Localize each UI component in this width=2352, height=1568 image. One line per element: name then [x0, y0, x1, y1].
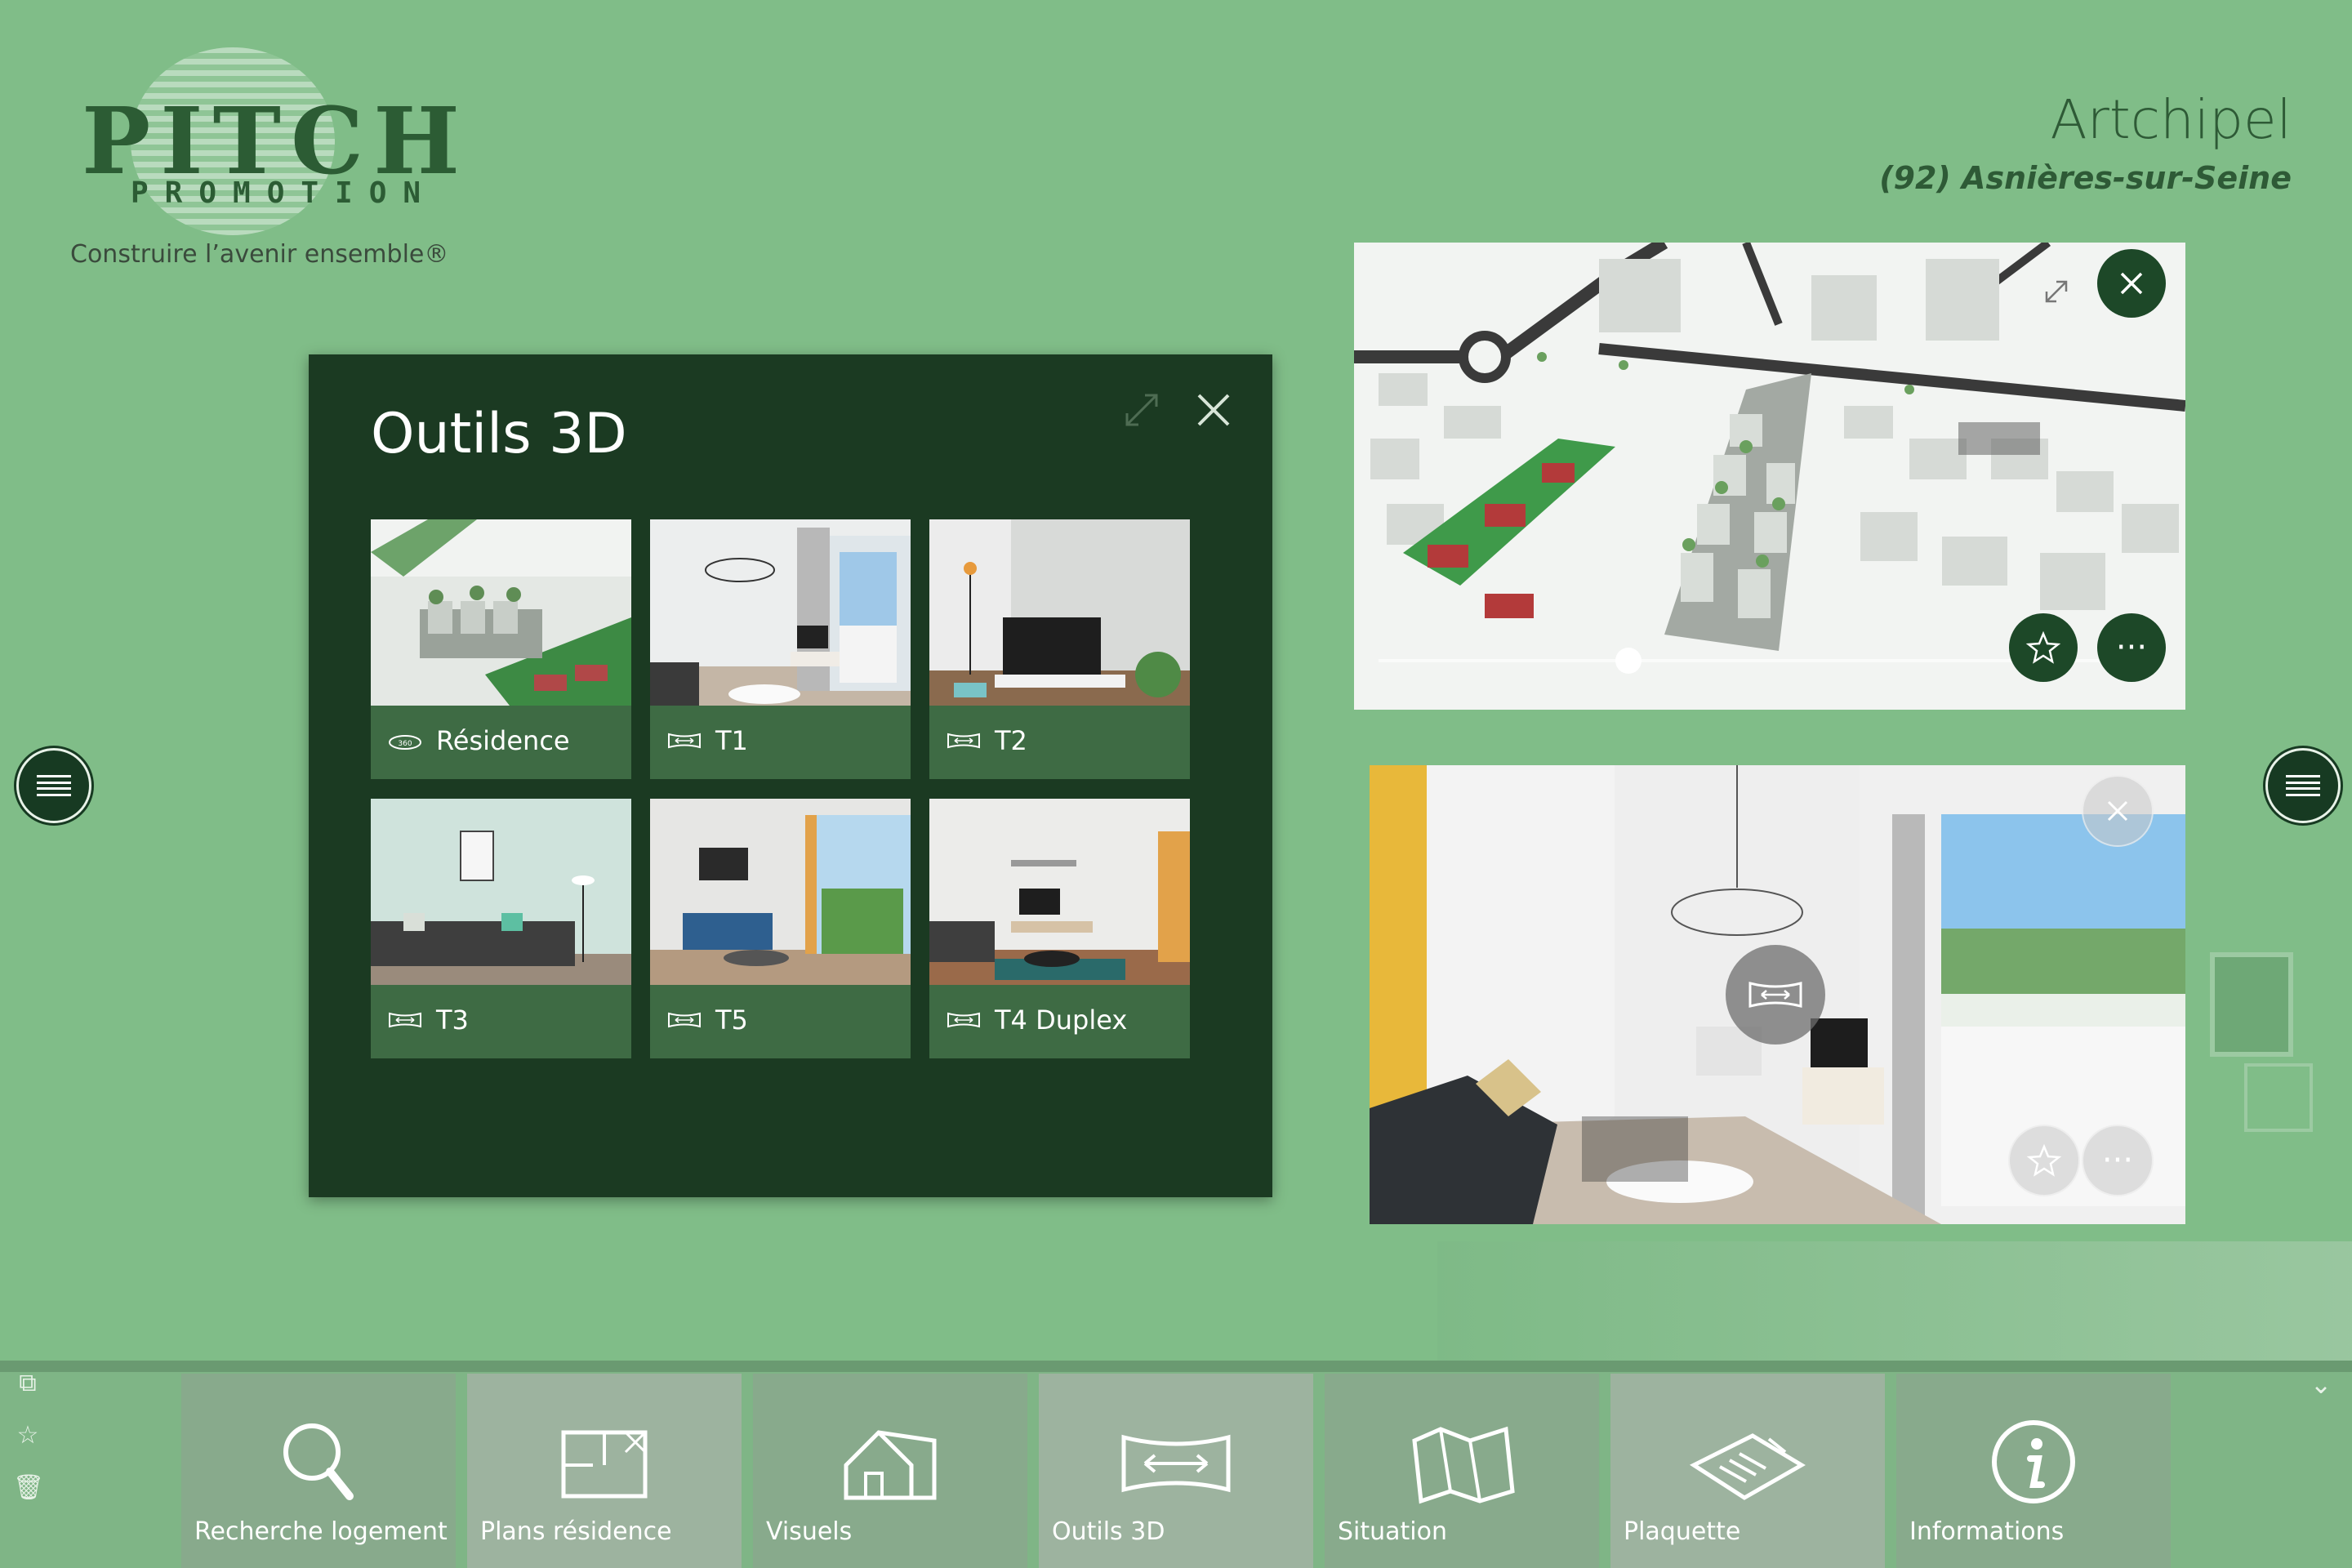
logo-subword: PROMOTION: [131, 176, 438, 210]
more-options-button[interactable]: ···: [2082, 1125, 2154, 1196]
nav-visuels[interactable]: Visuels: [753, 1374, 1027, 1568]
tile-t3[interactable]: T3: [371, 799, 631, 1058]
nav-label: Plans résidence: [480, 1517, 672, 1546]
panorama-icon: [668, 733, 701, 749]
tile-label: T4 Duplex: [995, 1004, 1128, 1036]
side-tools: ⧉ ☆ 🗑: [13, 1369, 46, 1526]
tile-label: T5: [715, 1004, 748, 1036]
favorite-button[interactable]: [2009, 613, 2078, 682]
t2-thumbnail: [929, 519, 1190, 706]
360-icon: 360: [389, 735, 421, 750]
star-icon: [2026, 1143, 2062, 1177]
background-frame: [2210, 952, 2293, 1057]
project-location: (92) Asnières-sur-Seine: [1879, 160, 2292, 196]
right-menu-button[interactable]: [2265, 748, 2341, 823]
tile-label: Résidence: [436, 725, 570, 756]
nav-label: Outils 3D: [1052, 1517, 1165, 1546]
fullscreen-icon[interactable]: [2040, 275, 2073, 308]
tile-label-row: 360 Résidence: [387, 725, 570, 756]
tile-label: T1: [715, 725, 748, 756]
nav-label: Plaquette: [1624, 1517, 1741, 1546]
search-icon: [283, 1423, 354, 1500]
t5-thumbnail: [650, 799, 911, 985]
close-viewer-button[interactable]: [2097, 249, 2166, 318]
map-icon: [1412, 1426, 1515, 1504]
panorama-icon: [1748, 982, 1802, 1008]
copy-icon[interactable]: ⧉: [13, 1369, 42, 1398]
nav-informations[interactable]: Informations: [1896, 1374, 2171, 1568]
tile-t5[interactable]: T5: [650, 799, 911, 1058]
close-icon: [2107, 800, 2128, 822]
view-360-button[interactable]: [1726, 945, 1825, 1045]
hamburger-icon: [2286, 775, 2320, 796]
favorites-list-icon[interactable]: ☆: [13, 1421, 42, 1450]
close-viewer-button[interactable]: [2082, 775, 2154, 847]
panorama-icon: [1121, 1434, 1231, 1493]
favorite-button[interactable]: [2008, 1125, 2080, 1196]
tile-label-row: T1: [666, 725, 748, 756]
panorama-icon: [668, 1012, 701, 1028]
tile-label: T3: [436, 1004, 469, 1036]
aerial-3d-viewer[interactable]: ···: [1354, 243, 2185, 710]
brochure-icon: [1689, 1433, 1806, 1500]
close-icon: [2120, 272, 2143, 295]
svg-text:360: 360: [398, 740, 412, 748]
nav-label: Informations: [1909, 1517, 2065, 1546]
tile-label-row: T4 Duplex: [946, 1004, 1127, 1036]
tile-label-row: T3: [387, 1004, 469, 1036]
house-icon: [844, 1430, 937, 1500]
nav-label: Recherche logement: [194, 1517, 448, 1546]
left-menu-button[interactable]: [16, 748, 91, 823]
more-options-button[interactable]: ···: [2097, 613, 2166, 682]
nav-label: Situation: [1338, 1517, 1448, 1546]
floorplan-icon: [561, 1430, 648, 1499]
panorama-icon: [389, 1012, 421, 1028]
tile-t1[interactable]: T1: [650, 519, 911, 779]
trash-icon[interactable]: 🗑: [13, 1473, 44, 1503]
hamburger-icon: [37, 775, 71, 796]
pitch-promotion-logo: PITCH PROMOTION Construire l’avenir ense…: [70, 47, 460, 276]
project-title: Artchipel: [2050, 88, 2292, 151]
tile-label-row: T2: [946, 725, 1027, 756]
nav-plaquette[interactable]: Plaquette: [1610, 1374, 1885, 1568]
interior-360-viewer[interactable]: ···: [1370, 765, 2185, 1224]
residence-thumbnail: [371, 519, 631, 706]
logo-tagline: Construire l’avenir ensemble®: [70, 240, 449, 269]
nav-plans-residence[interactable]: Plans résidence: [467, 1374, 742, 1568]
more-icon: ···: [2101, 1142, 2134, 1179]
expand-icon[interactable]: [1120, 389, 1163, 431]
close-icon[interactable]: [1191, 387, 1236, 433]
tile-label: T2: [995, 725, 1027, 756]
background-frame: [2244, 1063, 2313, 1132]
nav-situation[interactable]: Situation: [1325, 1374, 1599, 1568]
outils-3d-panel: Outils 3D 360 Résidence T1 T2 T3 T5 T4 D…: [309, 354, 1272, 1197]
info-icon: [1992, 1420, 2075, 1503]
t1-thumbnail: [650, 519, 911, 706]
slider-knob[interactable]: [1615, 648, 1642, 674]
nav-label: Visuels: [766, 1517, 853, 1546]
tile-label-row: T5: [666, 1004, 748, 1036]
tile-t2[interactable]: T2: [929, 519, 1190, 779]
more-icon: ···: [2115, 629, 2148, 666]
nav-outils-3d[interactable]: Outils 3D: [1039, 1374, 1313, 1568]
star-icon: [2025, 630, 2061, 664]
nav-recherche-logement[interactable]: Recherche logement: [181, 1374, 456, 1568]
logo-wordmark: PITCH: [82, 88, 470, 195]
panel-title: Outils 3D: [371, 402, 627, 466]
tile-t4-duplex[interactable]: T4 Duplex: [929, 799, 1190, 1058]
background-room-image: [1437, 1241, 2352, 1361]
panorama-icon: [947, 733, 980, 749]
panorama-icon: [947, 1012, 980, 1028]
chevron-down-icon[interactable]: ⌄: [2305, 1369, 2337, 1401]
t3-thumbnail: [371, 799, 631, 985]
t4-duplex-thumbnail: [929, 799, 1190, 985]
tile-residence[interactable]: 360 Résidence: [371, 519, 631, 779]
bar-top-strip: [0, 1361, 2352, 1372]
